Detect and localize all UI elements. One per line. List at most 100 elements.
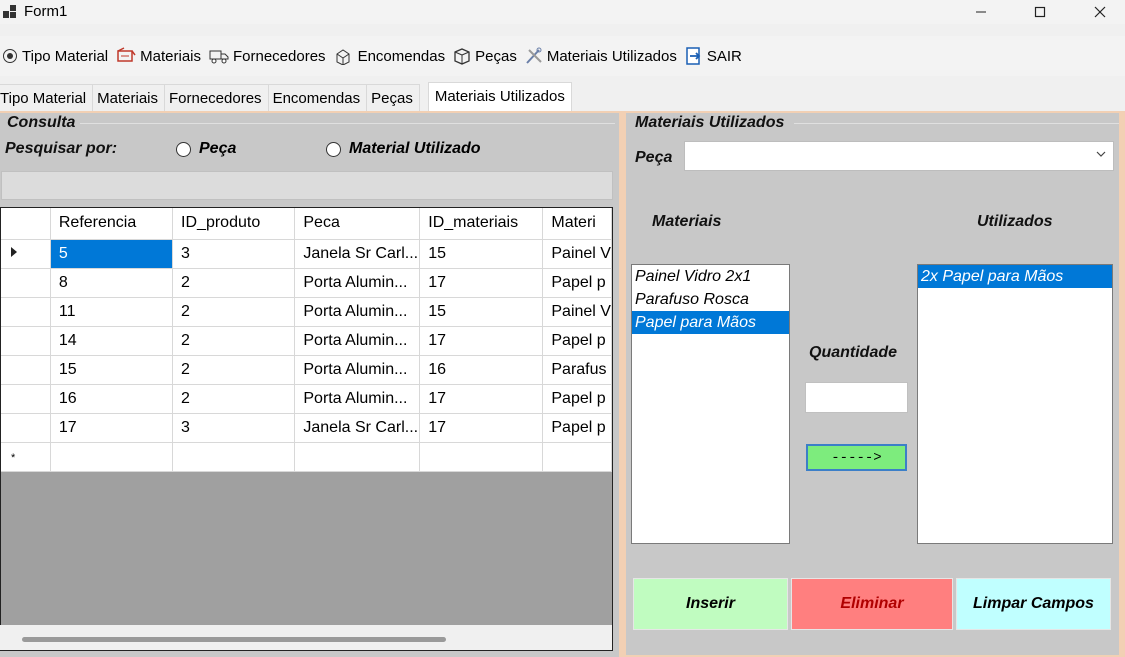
table-cell[interactable]: Janela Sr Carl...: [294, 413, 421, 443]
table-cell[interactable]: Papel p: [542, 384, 612, 414]
inserir-button[interactable]: Inserir: [633, 578, 788, 630]
table-cell[interactable]: [294, 442, 421, 472]
table-row[interactable]: 16 2 Porta Alumin... 17 Papel p: [1, 384, 612, 414]
tab-fornecedores[interactable]: Fornecedores: [165, 84, 269, 111]
quantidade-input[interactable]: [805, 382, 908, 413]
table-cell[interactable]: [542, 442, 612, 472]
row-header[interactable]: [1, 355, 51, 385]
table-cell[interactable]: Papel p: [542, 413, 612, 443]
table-cell[interactable]: 17: [419, 268, 544, 298]
table-row[interactable]: 15 2 Porta Alumin... 16 Parafus: [1, 355, 612, 385]
table-cell[interactable]: 2: [172, 268, 296, 298]
current-row-indicator[interactable]: [1, 239, 51, 269]
tab-encomendas[interactable]: Encomendas: [268, 84, 368, 111]
table-cell[interactable]: 17: [50, 413, 174, 443]
new-row[interactable]: *: [1, 442, 612, 472]
table-cell[interactable]: Papel p: [542, 326, 612, 356]
menu-materiais-utilizados[interactable]: Materiais Utilizados: [525, 47, 677, 65]
close-button[interactable]: [1077, 0, 1123, 24]
table-cell[interactable]: Porta Alumin...: [294, 355, 421, 385]
menu-materiais[interactable]: Materiais: [116, 47, 201, 65]
peca-combobox[interactable]: [684, 141, 1114, 171]
utilizados-listbox[interactable]: 2x Papel para Mãos: [917, 264, 1113, 544]
table-cell[interactable]: 2: [172, 355, 296, 385]
tab-pecas[interactable]: Peças: [367, 84, 420, 111]
list-item[interactable]: Painel Vidro 2x1: [632, 265, 789, 288]
table-cell[interactable]: [50, 442, 174, 472]
tab-tipo-material[interactable]: Tipo Material: [0, 84, 94, 111]
column-header[interactable]: ID_materiais: [419, 208, 544, 240]
table-cell[interactable]: 3: [172, 413, 296, 443]
table-cell[interactable]: 16: [419, 355, 544, 385]
menu-encomendas[interactable]: Encomendas: [334, 47, 445, 65]
row-header[interactable]: [1, 326, 51, 356]
table-cell[interactable]: [419, 442, 544, 472]
app-icon: [3, 5, 16, 18]
limpar-campos-button[interactable]: Limpar Campos: [956, 578, 1111, 630]
table-cell[interactable]: 3: [172, 239, 296, 269]
table-cell[interactable]: 2: [172, 384, 296, 414]
new-row-indicator[interactable]: *: [1, 442, 51, 472]
table-cell[interactable]: 15: [419, 239, 544, 269]
search-input[interactable]: [1, 171, 613, 200]
table-row[interactable]: 17 3 Janela Sr Carl... 17 Papel p: [1, 413, 612, 443]
table-cell[interactable]: 5: [50, 239, 174, 269]
tab-materiais-utilizados[interactable]: Materiais Utilizados: [427, 82, 572, 111]
table-cell[interactable]: 11: [50, 297, 174, 327]
table-cell[interactable]: 15: [419, 297, 544, 327]
list-item[interactable]: Papel para Mãos: [632, 311, 789, 334]
row-header[interactable]: [1, 268, 51, 298]
table-row[interactable]: 14 2 Porta Alumin... 17 Papel p: [1, 326, 612, 356]
boxes-icon: [336, 49, 350, 65]
table-cell[interactable]: Parafus: [542, 355, 612, 385]
column-header[interactable]: ID_produto: [172, 208, 296, 240]
table-cell[interactable]: Painel V: [542, 239, 612, 269]
radio-peca[interactable]: Peça: [176, 140, 236, 158]
table-cell[interactable]: 17: [419, 326, 544, 356]
table-cell[interactable]: Papel p: [542, 268, 612, 298]
menu-pecas[interactable]: Peças: [453, 47, 517, 65]
table-cell[interactable]: 14: [50, 326, 174, 356]
table-cell[interactable]: Painel V: [542, 297, 612, 327]
table-cell[interactable]: 2: [172, 297, 296, 327]
minimize-button[interactable]: [958, 0, 1004, 24]
menu-tipo-material[interactable]: Tipo Material: [2, 48, 108, 65]
menu-fornecedores[interactable]: Fornecedores: [209, 48, 326, 65]
column-header[interactable]: Referencia: [50, 208, 174, 240]
list-item[interactable]: Parafuso Rosca: [632, 288, 789, 311]
table-cell[interactable]: 15: [50, 355, 174, 385]
table-row[interactable]: 5 3 Janela Sr Carl... 15 Painel V: [1, 239, 612, 269]
row-header[interactable]: [1, 384, 51, 414]
column-header[interactable]: Peca: [294, 208, 421, 240]
table-cell[interactable]: 2: [172, 326, 296, 356]
table-cell[interactable]: Janela Sr Carl...: [294, 239, 421, 269]
list-item[interactable]: 2x Papel para Mãos: [918, 265, 1112, 288]
column-header[interactable]: Materi: [542, 208, 612, 240]
table-cell[interactable]: Porta Alumin...: [294, 268, 421, 298]
table-cell[interactable]: Porta Alumin...: [294, 297, 421, 327]
table-cell[interactable]: Porta Alumin...: [294, 326, 421, 356]
menu-label: Materiais Utilizados: [546, 47, 677, 65]
table-row[interactable]: 11 2 Porta Alumin... 15 Painel V: [1, 297, 612, 327]
materiais-listbox[interactable]: Painel Vidro 2x1 Parafuso Rosca Papel pa…: [631, 264, 790, 544]
maximize-button[interactable]: [1017, 0, 1063, 24]
table-row[interactable]: 8 2 Porta Alumin... 17 Papel p: [1, 268, 612, 298]
table-cell[interactable]: Porta Alumin...: [294, 384, 421, 414]
table-cell[interactable]: [172, 442, 296, 472]
eliminar-button[interactable]: Eliminar: [791, 578, 953, 630]
add-material-button[interactable]: ----->: [806, 444, 907, 471]
scrollbar-thumb[interactable]: [22, 637, 446, 642]
table-cell[interactable]: 16: [50, 384, 174, 414]
data-grid[interactable]: Referencia ID_produto Peca ID_materiais …: [0, 207, 613, 651]
row-header[interactable]: [1, 297, 51, 327]
table-cell[interactable]: 17: [419, 384, 544, 414]
row-header[interactable]: [1, 413, 51, 443]
menu-sair[interactable]: SAIR: [685, 47, 742, 65]
table-cell[interactable]: 17: [419, 413, 544, 443]
window-title: Form1: [24, 3, 68, 20]
table-cell[interactable]: 8: [50, 268, 174, 298]
radio-material-utilizado[interactable]: Material Utilizado: [326, 140, 481, 158]
tab-strip: Tipo Material Materiais Fornecedores Enc…: [0, 82, 572, 111]
horizontal-scrollbar[interactable]: [0, 625, 612, 650]
tab-materiais[interactable]: Materiais: [93, 84, 165, 111]
